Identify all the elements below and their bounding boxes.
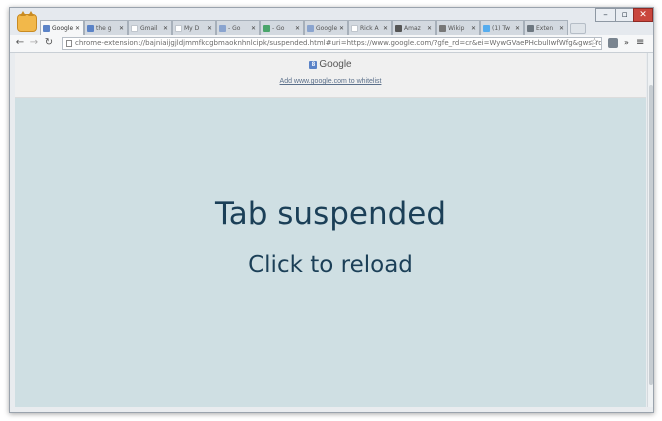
scrollbar[interactable]	[647, 53, 653, 407]
tab-label: Exten	[536, 24, 554, 32]
google-favicon-icon: 8	[309, 61, 318, 69]
tab-close-icon[interactable]: ✕	[426, 25, 433, 32]
page-title-text: Google	[319, 59, 352, 70]
tab-wikipedia[interactable]: Wikip ✕	[436, 20, 480, 35]
maximize-icon: ▫	[621, 10, 628, 20]
tab-the-g[interactable]: the g ✕	[84, 20, 128, 35]
address-text: chrome-extension://bajniaijgjldjmmfkcgbm…	[75, 39, 602, 47]
suspended-heading: Tab suspended	[214, 196, 447, 232]
tab-label: Google	[316, 24, 338, 32]
extension-menu-icon[interactable]: »	[624, 36, 629, 50]
reload-icon: ↻	[44, 37, 54, 48]
profile-avatar-icon[interactable]	[17, 11, 37, 32]
tab-close-icon[interactable]: ✕	[470, 25, 477, 32]
tab-rick[interactable]: Rick A ✕	[348, 20, 392, 35]
tab-label: - Go	[228, 24, 241, 32]
twitter-favicon-icon	[483, 24, 490, 32]
minimize-button[interactable]: –	[595, 8, 615, 22]
page-icon	[66, 40, 72, 47]
tab-close-icon[interactable]: ✕	[206, 25, 213, 32]
tab-my-d[interactable]: My D ✕	[172, 20, 216, 35]
tab-docs[interactable]: - Go ✕	[216, 20, 260, 35]
tab-label: the g	[96, 24, 112, 32]
tab-sheets[interactable]: - Go ✕	[260, 20, 304, 35]
minimize-icon: –	[603, 10, 608, 20]
tab-label: (1) Tw	[492, 24, 510, 32]
tab-label: Gmail	[140, 24, 158, 32]
reload-area[interactable]: Tab suspended Click to reload	[15, 98, 646, 407]
tab-google-images[interactable]: Google ✕	[304, 20, 348, 35]
title-bar: Google ✕ the g ✕ Gmail ✕ My D ✕ - Go ✕ -…	[10, 8, 653, 36]
maximize-button[interactable]: ▫	[615, 8, 633, 22]
tab-label: Wikip	[448, 24, 465, 32]
tab-amazon[interactable]: Amaz ✕	[392, 20, 436, 35]
reload-text: Click to reload	[248, 252, 413, 278]
scrollbar-thumb[interactable]	[649, 85, 653, 385]
puzzle-favicon-icon	[527, 24, 534, 32]
google-favicon-icon	[87, 24, 94, 32]
tab-close-icon[interactable]: ✕	[74, 25, 81, 32]
tab-label: - Go	[272, 24, 285, 32]
tab-label: Rick A	[360, 24, 379, 32]
toolbar: ← → ↻ chrome-extension://bajniaijgjldjmm…	[10, 35, 653, 53]
close-window-button[interactable]: ✕	[633, 8, 653, 22]
reload-button[interactable]: ↻	[43, 36, 55, 50]
tab-close-icon[interactable]: ✕	[338, 25, 345, 32]
amazon-favicon-icon	[395, 24, 402, 32]
tab-close-icon[interactable]: ✕	[558, 25, 565, 32]
tab-strip: Google ✕ the g ✕ Gmail ✕ My D ✕ - Go ✕ -…	[40, 20, 586, 36]
docs-favicon-icon	[219, 24, 226, 32]
extension-icon[interactable]	[608, 38, 618, 48]
tab-close-icon[interactable]: ✕	[250, 25, 257, 32]
tab-close-icon[interactable]: ✕	[294, 25, 301, 32]
page-title: 8 Google	[15, 59, 646, 70]
tab-gmail[interactable]: Gmail ✕	[128, 20, 172, 35]
tab-label: My D	[184, 24, 200, 32]
forward-button[interactable]: →	[28, 36, 40, 50]
forward-arrow-icon: →	[29, 37, 39, 48]
menu-icon[interactable]: ≡	[636, 36, 644, 50]
wikipedia-favicon-icon	[439, 24, 446, 32]
whitelist-link[interactable]: Add www.google.com to whitelist	[15, 78, 646, 85]
google-favicon-icon	[43, 25, 50, 32]
sheets-favicon-icon	[263, 24, 270, 32]
back-button[interactable]: ←	[14, 36, 26, 50]
suspended-header: 8 Google Add www.google.com to whitelist	[15, 53, 646, 98]
tab-label: Amaz	[404, 24, 421, 32]
tab-close-icon[interactable]: ✕	[514, 25, 521, 32]
back-arrow-icon: ←	[15, 37, 25, 48]
tab-close-icon[interactable]: ✕	[162, 25, 169, 32]
browser-window: Google ✕ the g ✕ Gmail ✕ My D ✕ - Go ✕ -…	[9, 7, 654, 413]
tab-label: Google	[52, 25, 74, 32]
address-bar[interactable]: chrome-extension://bajniaijgjldjmmfkcgbm…	[62, 37, 602, 50]
tab-extensions[interactable]: Exten ✕	[524, 20, 568, 35]
bookmark-star-icon[interactable]: ☆	[590, 36, 599, 49]
close-icon: ✕	[639, 10, 647, 20]
page-favicon-icon	[175, 24, 182, 32]
tab-close-icon[interactable]: ✕	[382, 25, 389, 32]
page-favicon-icon	[131, 24, 138, 32]
tab-google[interactable]: Google ✕	[40, 20, 84, 36]
image-favicon-icon	[307, 24, 314, 32]
page-content: 8 Google Add www.google.com to whitelist …	[15, 53, 646, 407]
tab-twitter[interactable]: (1) Tw ✕	[480, 20, 524, 35]
page-favicon-icon	[351, 24, 358, 32]
tab-close-icon[interactable]: ✕	[118, 25, 125, 32]
new-tab-button[interactable]	[570, 23, 586, 34]
